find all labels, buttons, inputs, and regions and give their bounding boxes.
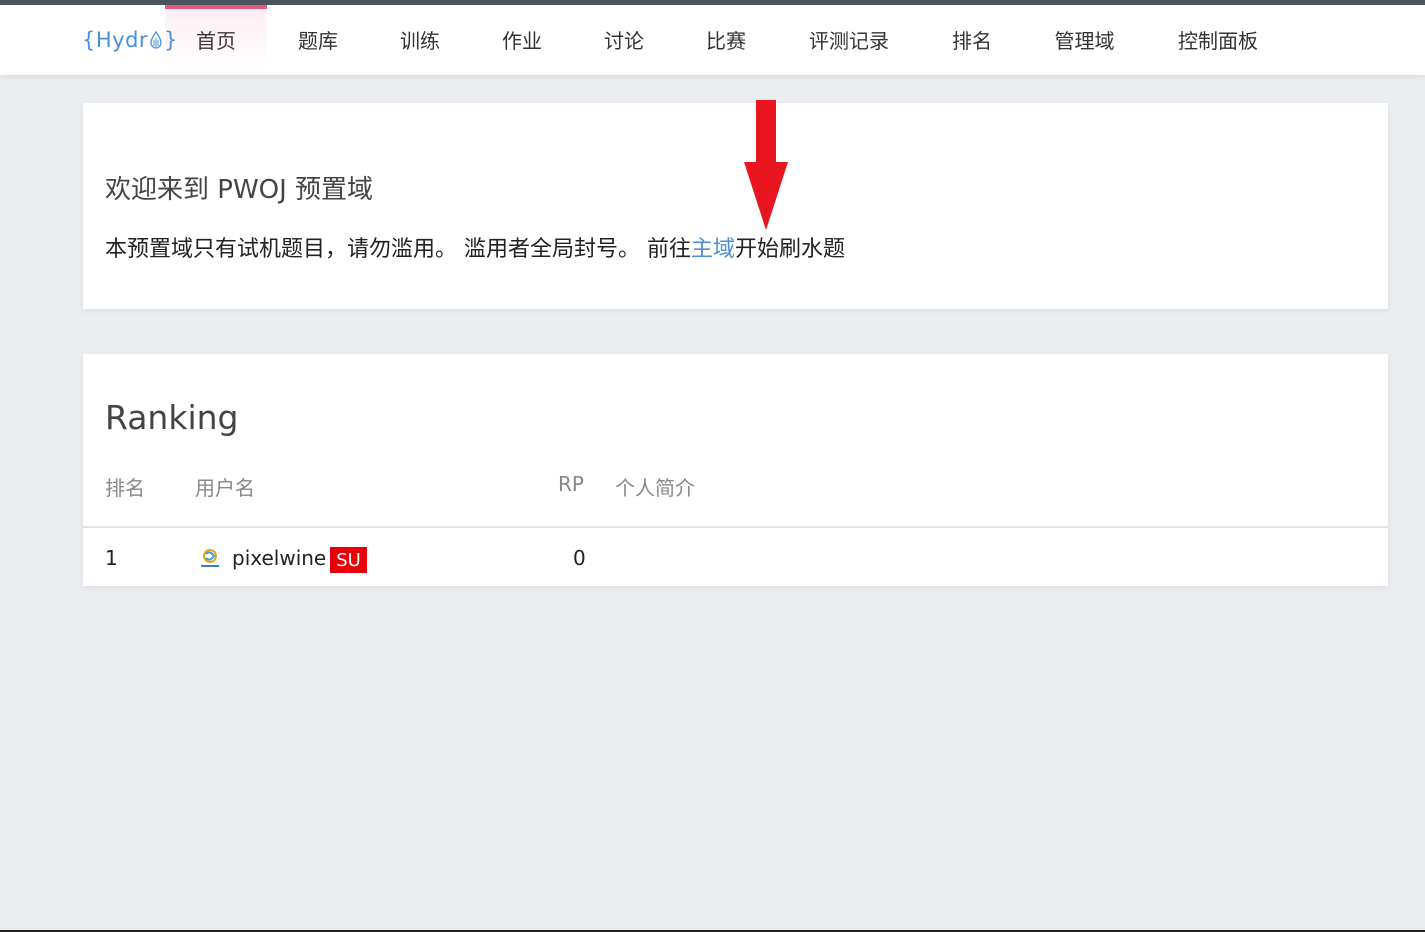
header-username: 用户名 [195,476,255,500]
down-arrow-annotation-icon [744,100,788,230]
rank-cell: 1 [105,546,118,570]
nav-discussion[interactable]: 讨论 [588,5,660,75]
nav-control-panel[interactable]: 控制面板 [1161,5,1275,75]
header-rp: RP [558,472,584,496]
header-rank: 排名 [105,476,145,500]
ranking-title: Ranking [105,398,239,437]
hydro-logo[interactable]: {Hydr } [82,26,178,54]
su-badge: SU [330,547,367,573]
logo-text-left: {Hydr [82,28,149,52]
table-row: 1 pixelwine SU 0 [83,528,1388,586]
ranking-card: Ranking 排名 用户名 RP 个人简介 1 pixelwine SU 0 [83,354,1388,586]
welcome-text-before: 本预置域只有试机题目，请勿滥用。 滥用者全局封号。 前往 [105,237,691,262]
nav-home[interactable]: 首页 [165,5,267,75]
welcome-title: 欢迎来到 PWOJ 预置域 [105,175,374,205]
nav-homework[interactable]: 作业 [486,5,558,75]
welcome-text: 本预置域只有试机题目，请勿滥用。 滥用者全局封号。 前往主域开始刷水题 [105,231,845,263]
rp-cell: 0 [573,546,586,570]
welcome-text-after: 开始刷水题 [735,237,846,262]
nav-training[interactable]: 训练 [384,5,456,75]
welcome-card: 欢迎来到 PWOJ 预置域 本预置域只有试机题目，请勿滥用。 滥用者全局封号。 … [83,103,1388,309]
nav-records[interactable]: 评测记录 [792,5,906,75]
top-navbar: {Hydr } 首页 题库 训练 作业 讨论 比赛 评测记录 排名 管理域 控制… [0,5,1425,75]
username-link[interactable]: pixelwine [232,546,326,570]
nav-contest[interactable]: 比赛 [690,5,762,75]
nav-problems[interactable]: 题库 [282,5,354,75]
header-bio: 个人简介 [615,476,695,500]
water-drop-icon [150,31,162,49]
nav-domain-manage[interactable]: 管理域 [1038,5,1131,75]
nav-ranking[interactable]: 排名 [936,5,1008,75]
user-avatar[interactable] [199,548,221,570]
main-domain-link[interactable]: 主域 [691,237,735,262]
